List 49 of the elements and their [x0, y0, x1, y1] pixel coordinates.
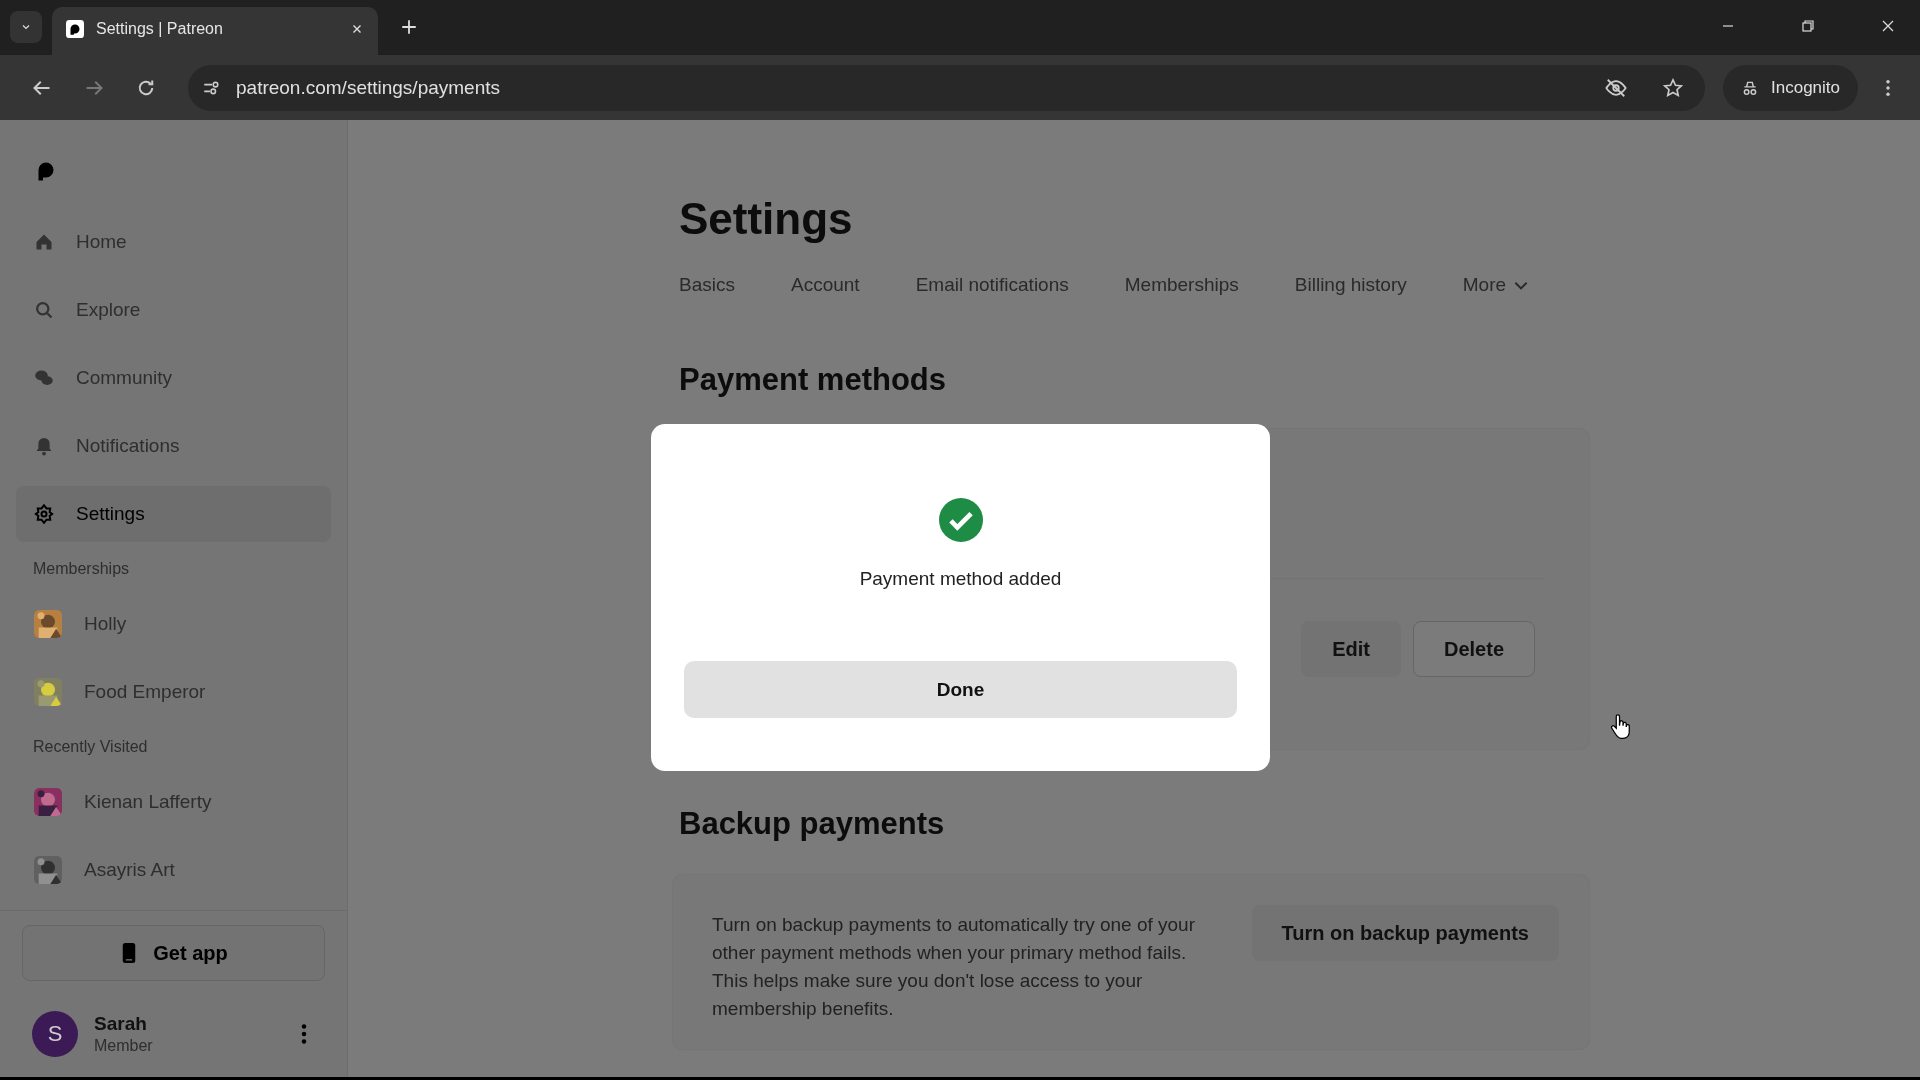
restore-icon[interactable]	[1800, 18, 1816, 35]
search-icon	[34, 300, 54, 320]
creator-link[interactable]: Holly	[16, 596, 331, 652]
section-title: Payment methods	[679, 362, 946, 398]
creator-link[interactable]: Food Emperor	[16, 664, 331, 720]
user-avatar[interactable]: S	[32, 1011, 78, 1057]
eye-off-icon[interactable]	[1605, 76, 1627, 99]
chat-bubbles-icon	[34, 368, 54, 388]
nav-item[interactable]: Home	[16, 214, 331, 270]
bell-icon	[34, 436, 54, 456]
check-circle-icon	[938, 498, 983, 542]
more-icon[interactable]	[301, 1024, 307, 1044]
settings-tab[interactable]: Account	[790, 274, 860, 305]
page-title: Settings	[679, 194, 853, 244]
settings-tab[interactable]: Billing history	[1294, 274, 1407, 305]
settings-tab[interactable]: Basics	[679, 274, 735, 305]
incognito-button[interactable]: Incognito	[1723, 64, 1858, 111]
nav-item[interactable]: Notifications	[16, 418, 331, 474]
settings-tab[interactable]: Email notifications	[915, 274, 1069, 305]
creator-link[interactable]: Asayris Art	[16, 842, 331, 898]
section-heading: Recently Visited	[32, 738, 149, 756]
backup-button[interactable]: Turn on backup payments	[1251, 905, 1559, 961]
delete-button[interactable]: Delete	[1412, 621, 1535, 677]
backup-description: Turn on backup payments to automatically try one of your other payment methods when your primary method fails. This helps make sure you don't lose access to your membership benefits.	[712, 913, 1196, 1021]
hand-cursor-icon	[1610, 714, 1630, 740]
done-button[interactable]: Done	[684, 661, 1237, 718]
browser-tab[interactable]: Settings | Patreon	[52, 7, 378, 56]
logo-icon	[66, 20, 84, 39]
dialog-message: Payment method added	[859, 568, 1062, 590]
section-title: Backup payments	[679, 806, 945, 842]
profile-label: Incognito	[1771, 77, 1840, 98]
nav-item[interactable]: Settings	[16, 486, 331, 542]
star-icon[interactable]	[1663, 77, 1683, 98]
settings-tab[interactable]: More	[1462, 274, 1531, 305]
settings-tab[interactable]: Memberships	[1124, 274, 1239, 305]
tab-title: Settings | Patreon	[96, 20, 224, 39]
get-app-button[interactable]: Get app	[22, 925, 325, 981]
user-name: Sarah	[94, 1013, 148, 1035]
nav-item[interactable]: Explore	[16, 282, 331, 338]
home-icon	[34, 232, 54, 252]
address-bar[interactable]: patreon.com/settings/payments	[188, 64, 1705, 111]
nav-item[interactable]: Community	[16, 350, 331, 406]
url-text: patreon.com/settings/payments	[236, 76, 501, 99]
settings-icon	[34, 504, 54, 524]
edit-button[interactable]: Edit	[1301, 621, 1401, 677]
section-heading: Memberships	[32, 560, 131, 578]
user-role: Member	[94, 1037, 153, 1055]
creator-link[interactable]: Kienan Lafferty	[16, 774, 331, 830]
plus-icon[interactable]	[400, 18, 418, 37]
